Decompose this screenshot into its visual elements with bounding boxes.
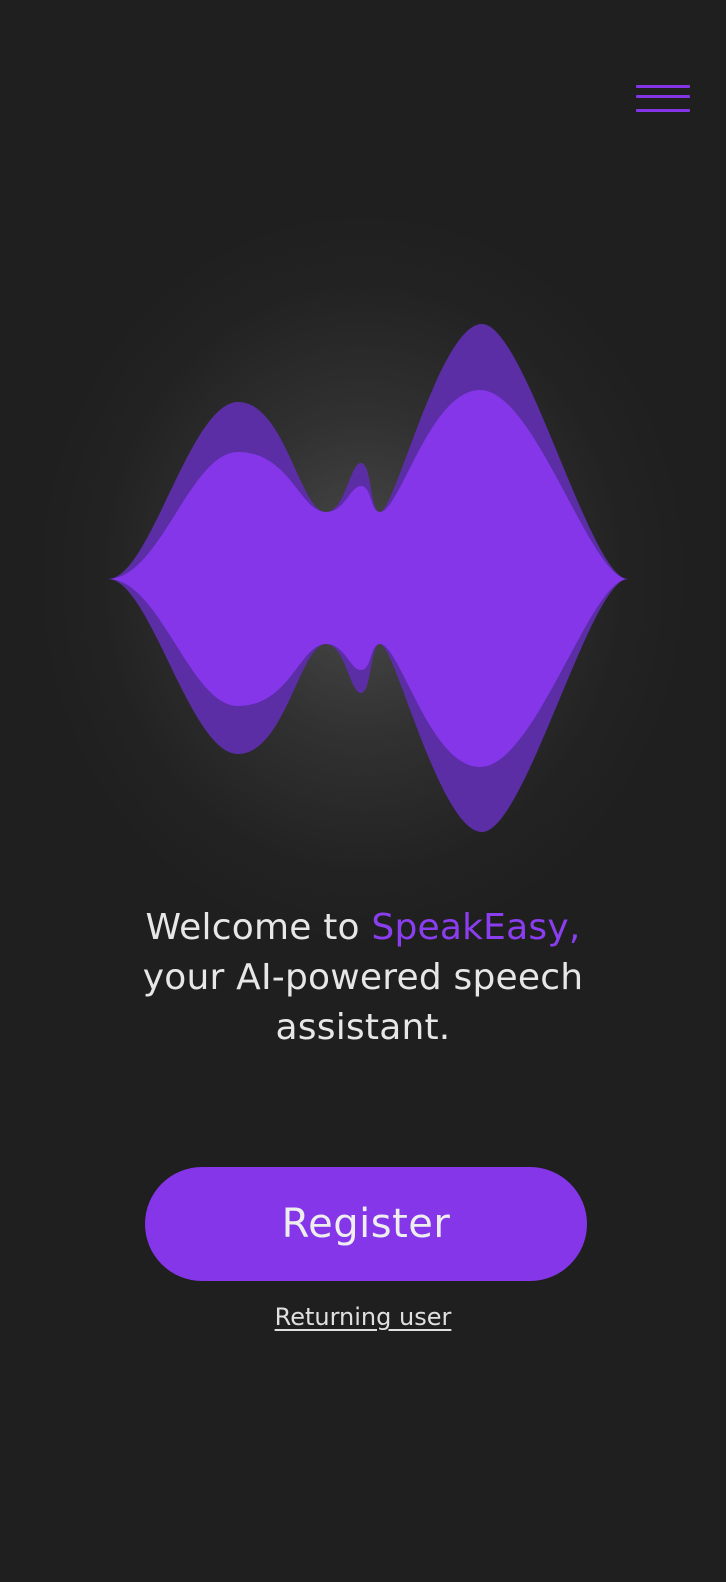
register-button[interactable]: Register — [145, 1167, 587, 1281]
welcome-line-3: assistant. — [275, 1007, 451, 1048]
welcome-screen: Welcome to SpeakEasy, your AI-powered sp… — [0, 0, 726, 1582]
welcome-message: Welcome to SpeakEasy, your AI-powered sp… — [113, 903, 613, 1053]
welcome-line-1: Welcome to SpeakEasy, — [113, 903, 613, 953]
returning-user-link[interactable]: Returning user — [213, 1298, 513, 1336]
menu-button[interactable] — [630, 78, 690, 120]
sound-wave-icon — [108, 324, 628, 832]
welcome-prefix: Welcome to — [145, 907, 372, 948]
brand-name: SpeakEasy, — [371, 907, 581, 948]
welcome-line-2: your AI-powered speech — [142, 957, 584, 998]
